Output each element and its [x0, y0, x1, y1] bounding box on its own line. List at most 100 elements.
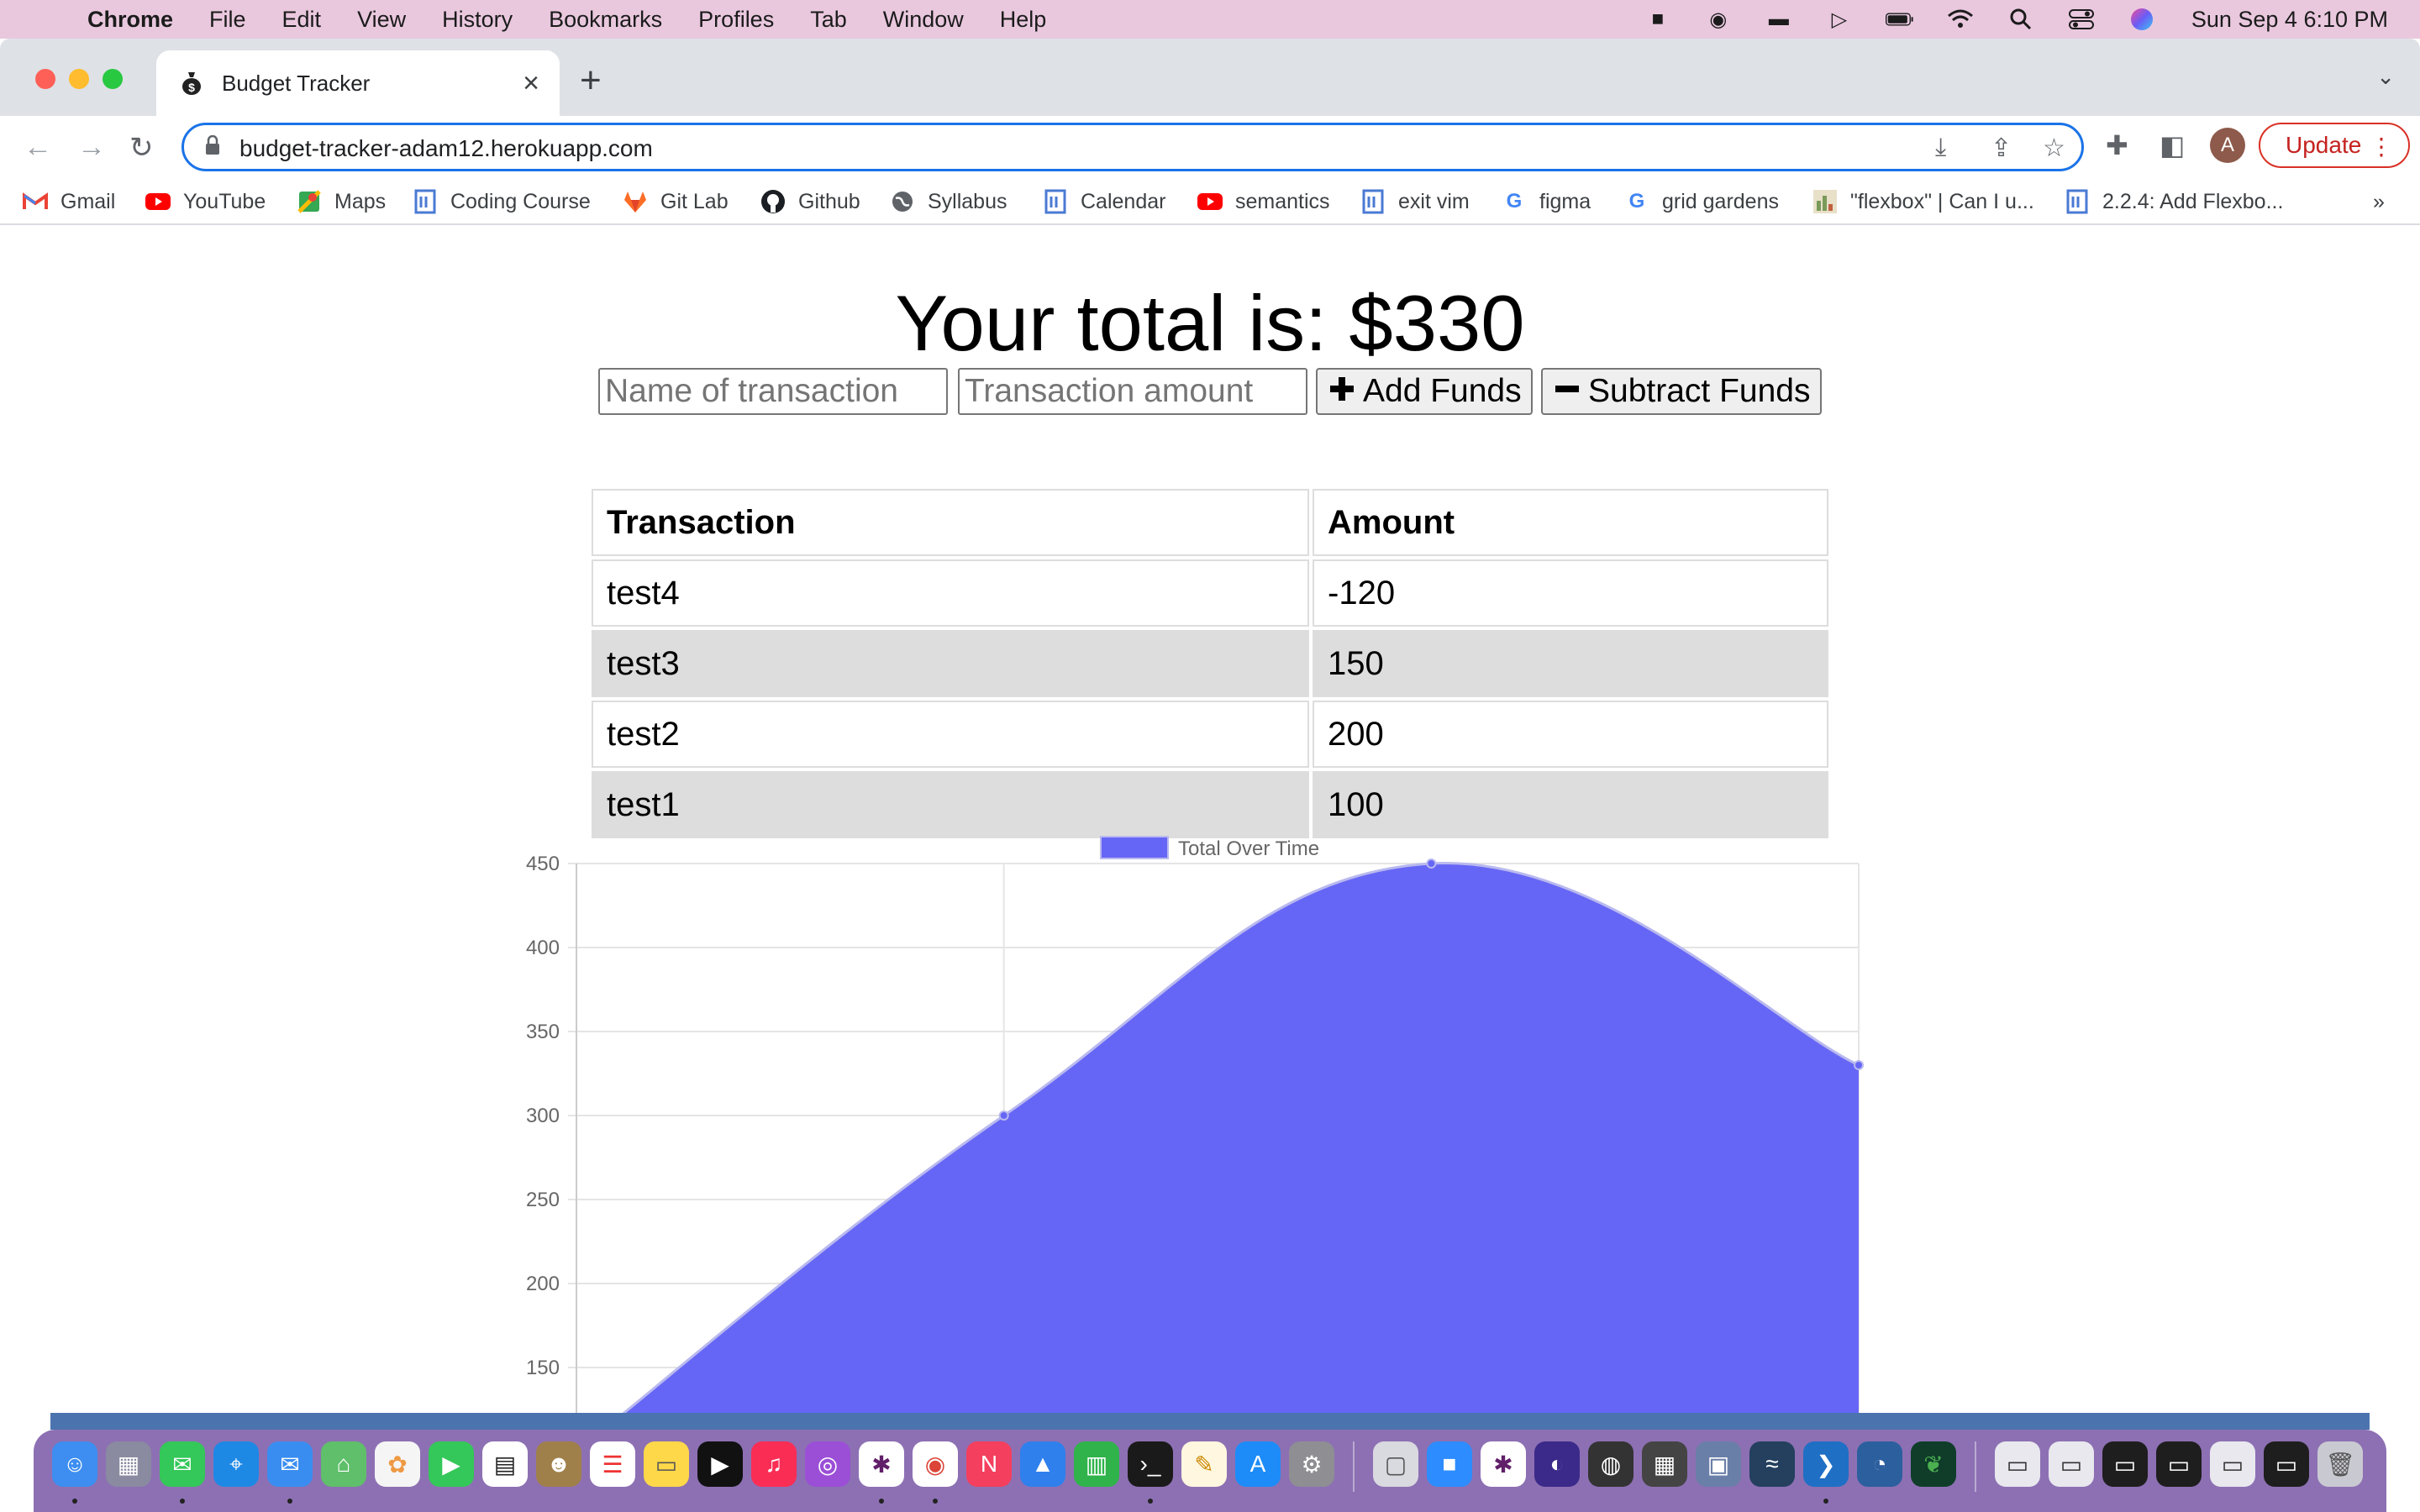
maps-app-icon[interactable]: ⌂	[321, 1441, 366, 1487]
back-arrow-icon[interactable]: ←	[24, 131, 52, 164]
bookmark-grid-gardens[interactable]: G grid gardens	[1623, 186, 1779, 217]
music-icon[interactable]: ♫	[751, 1441, 797, 1487]
tab-close-icon[interactable]: ×	[523, 67, 539, 100]
screenshot-icon[interactable]: ▣	[1696, 1441, 1741, 1487]
menu-tab[interactable]: Tab	[810, 7, 847, 33]
spotlight-search-icon[interactable]	[2007, 8, 2035, 30]
chrome-update-button[interactable]: Update ⋮	[2259, 123, 2410, 168]
menu-bookmarks[interactable]: Bookmarks	[549, 7, 662, 33]
minimized-window-icon[interactable]: ▭	[2264, 1441, 2309, 1487]
bookmark-github[interactable]: Github	[760, 186, 860, 217]
window-zoom-button[interactable]	[103, 69, 123, 89]
trash-icon[interactable]: 🗑	[2317, 1441, 2363, 1487]
siri-icon[interactable]	[2128, 8, 2156, 30]
minimized-window-icon[interactable]: ▭	[2210, 1441, 2255, 1487]
calculator-icon[interactable]: ▦	[1642, 1441, 1687, 1487]
reminders-icon[interactable]: ☰	[590, 1441, 635, 1487]
play-icon[interactable]: ▷	[1825, 8, 1854, 31]
mail-icon[interactable]: ✉	[267, 1441, 313, 1487]
minimized-window-icon[interactable]: ▭	[1995, 1441, 2040, 1487]
system-preferences-icon[interactable]: ⚙	[1289, 1441, 1334, 1487]
terminal-icon[interactable]: ›_	[1128, 1441, 1173, 1487]
battery-icon[interactable]	[1885, 8, 1914, 30]
bookmarks-overflow-chevron-icon[interactable]: »	[2373, 186, 2385, 217]
bookmark-syllabus[interactable]: Syllabus	[889, 186, 1007, 217]
finder-icon[interactable]: ☺	[52, 1441, 97, 1487]
chrome-icon[interactable]: ◉	[913, 1441, 958, 1487]
bookmark-star-icon[interactable]: ☆	[2043, 134, 2065, 163]
mongodb-compass-icon[interactable]: ❦	[1911, 1441, 1956, 1487]
activity-monitor-icon[interactable]: ◍	[1588, 1441, 1634, 1487]
menu-history[interactable]: History	[442, 7, 513, 33]
side-panel-icon[interactable]: ◧	[2160, 129, 2185, 161]
bookmark-youtube[interactable]: YouTube	[145, 186, 266, 217]
transaction-amount-input[interactable]	[958, 368, 1307, 415]
install-app-icon[interactable]: ⤓	[1935, 134, 1946, 162]
bookmark-maps[interactable]: Maps	[296, 186, 386, 217]
new-tab-button[interactable]: +	[580, 62, 602, 99]
video-camera-icon[interactable]: ■	[1644, 8, 1672, 30]
bookmark-gmail[interactable]: Gmail	[22, 186, 115, 217]
add-funds-button[interactable]: Add Funds	[1316, 368, 1533, 415]
url-text[interactable]: budget-tracker-adam12.herokuapp.com	[239, 135, 653, 162]
address-bar[interactable]: budget-tracker-adam12.herokuapp.com ⤓ ⇪ …	[182, 123, 2084, 171]
bookmark-semantics[interactable]: semantics	[1197, 186, 1330, 217]
numbers-icon[interactable]: ▥	[1074, 1441, 1119, 1487]
messages-icon[interactable]: ✉	[160, 1441, 205, 1487]
bookmark-coding-course[interactable]: Coding Course	[412, 186, 591, 217]
menu-bar-clock[interactable]: Sun Sep 4 6:10 PM	[2191, 7, 2388, 33]
grammarly-icon[interactable]: ◉	[1704, 8, 1733, 31]
minimized-window-icon[interactable]: ▭	[2102, 1441, 2148, 1487]
safari-icon[interactable]: ⌖	[213, 1441, 259, 1487]
menu-window[interactable]: Window	[883, 7, 964, 33]
podcasts-icon[interactable]: ◎	[805, 1441, 850, 1487]
contacts-icon[interactable]: ☻	[536, 1441, 581, 1487]
quicktime-icon[interactable]: ◔	[1857, 1441, 1902, 1487]
window-minimize-button[interactable]	[69, 69, 89, 89]
minimized-window-icon[interactable]: ▭	[2049, 1441, 2094, 1487]
bookmark-calendar[interactable]: Calendar	[1042, 186, 1165, 217]
kebab-menu-icon[interactable]: ⋮	[2370, 133, 2393, 160]
slack-icon[interactable]: ✱	[859, 1441, 904, 1487]
minimized-window-icon[interactable]: ▭	[2156, 1441, 2202, 1487]
browser-tab-active[interactable]: $ Budget Tracker ×	[156, 50, 560, 116]
reload-icon[interactable]: ↻	[129, 131, 154, 165]
share-icon[interactable]: ⇪	[1991, 134, 2012, 163]
bookmark-gitlab[interactable]: Git Lab	[622, 186, 729, 217]
lock-icon[interactable]	[204, 134, 221, 161]
menu-profiles[interactable]: Profiles	[698, 7, 774, 33]
window-close-button[interactable]	[35, 69, 55, 89]
control-center-icon[interactable]	[2067, 8, 2096, 30]
profile-avatar[interactable]: A	[2210, 128, 2245, 163]
github-desktop-icon[interactable]: ◐	[1534, 1441, 1580, 1487]
bookmark-figma[interactable]: G figma	[1501, 186, 1591, 217]
textedit-icon[interactable]: ✎	[1181, 1441, 1227, 1487]
subtract-funds-button[interactable]: Subtract Funds	[1541, 368, 1822, 415]
calendar-app-icon[interactable]: ▤	[482, 1441, 528, 1487]
menu-edit[interactable]: Edit	[282, 7, 322, 33]
menu-chrome[interactable]: Chrome	[87, 7, 173, 33]
bookmark-exit-vim[interactable]: exit vim	[1360, 186, 1470, 217]
menu-view[interactable]: View	[357, 7, 406, 33]
photos-icon[interactable]: ✿	[375, 1441, 420, 1487]
extensions-puzzle-icon[interactable]: ✚	[2106, 129, 2128, 161]
keynote-icon[interactable]: ▲	[1020, 1441, 1065, 1487]
mysql-workbench-icon[interactable]: ≈	[1749, 1441, 1795, 1487]
vscode-icon[interactable]: ❯	[1803, 1441, 1849, 1487]
launchpad-icon[interactable]: ▦	[106, 1441, 151, 1487]
slack-window-icon[interactable]: ✱	[1481, 1441, 1526, 1487]
news-icon[interactable]: N	[966, 1441, 1012, 1487]
display-icon[interactable]: ▬	[1765, 8, 1793, 30]
transaction-name-input[interactable]	[598, 368, 948, 415]
apple-tv-icon[interactable]: ▶	[697, 1441, 743, 1487]
bookmark-add-flexbox[interactable]: 2.2.4: Add Flexbo...	[2064, 186, 2283, 217]
zoom-icon[interactable]: ■	[1427, 1441, 1472, 1487]
facetime-icon[interactable]: ▶	[429, 1441, 474, 1487]
app-store-icon[interactable]: A	[1235, 1441, 1281, 1487]
menu-file[interactable]: File	[209, 7, 246, 33]
bookmark-flexbox-caniuse[interactable]: "flexbox" | Can I u...	[1812, 186, 2034, 217]
forward-arrow-icon[interactable]: →	[77, 131, 106, 164]
tab-search-chevron-icon[interactable]: ⌄	[2376, 64, 2395, 90]
wifi-icon[interactable]	[1946, 8, 1975, 30]
menu-help[interactable]: Help	[1000, 7, 1047, 33]
